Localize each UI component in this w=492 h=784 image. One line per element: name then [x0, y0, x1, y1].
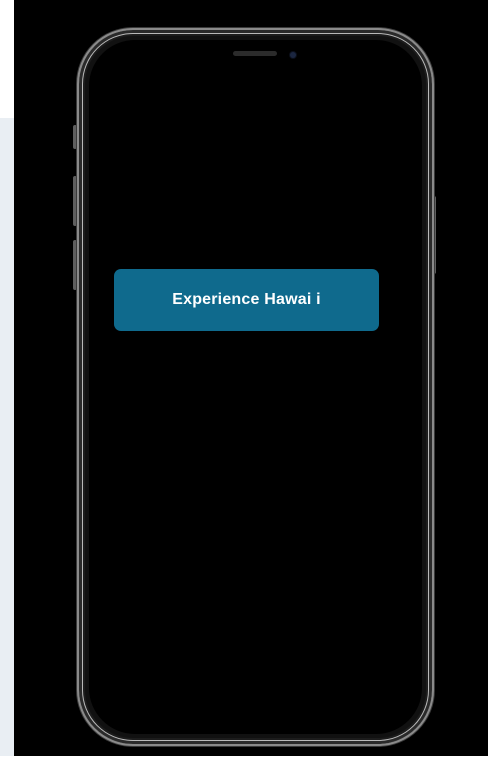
speaker-grille-icon [233, 51, 277, 56]
front-camera-icon [290, 52, 296, 58]
phone-screen [89, 40, 422, 734]
side-panel [0, 118, 14, 756]
experience-hawaii-button[interactable]: Experience Hawai i [114, 269, 379, 331]
phone-frame [77, 28, 434, 746]
page: Experience Hawai i [0, 0, 492, 784]
